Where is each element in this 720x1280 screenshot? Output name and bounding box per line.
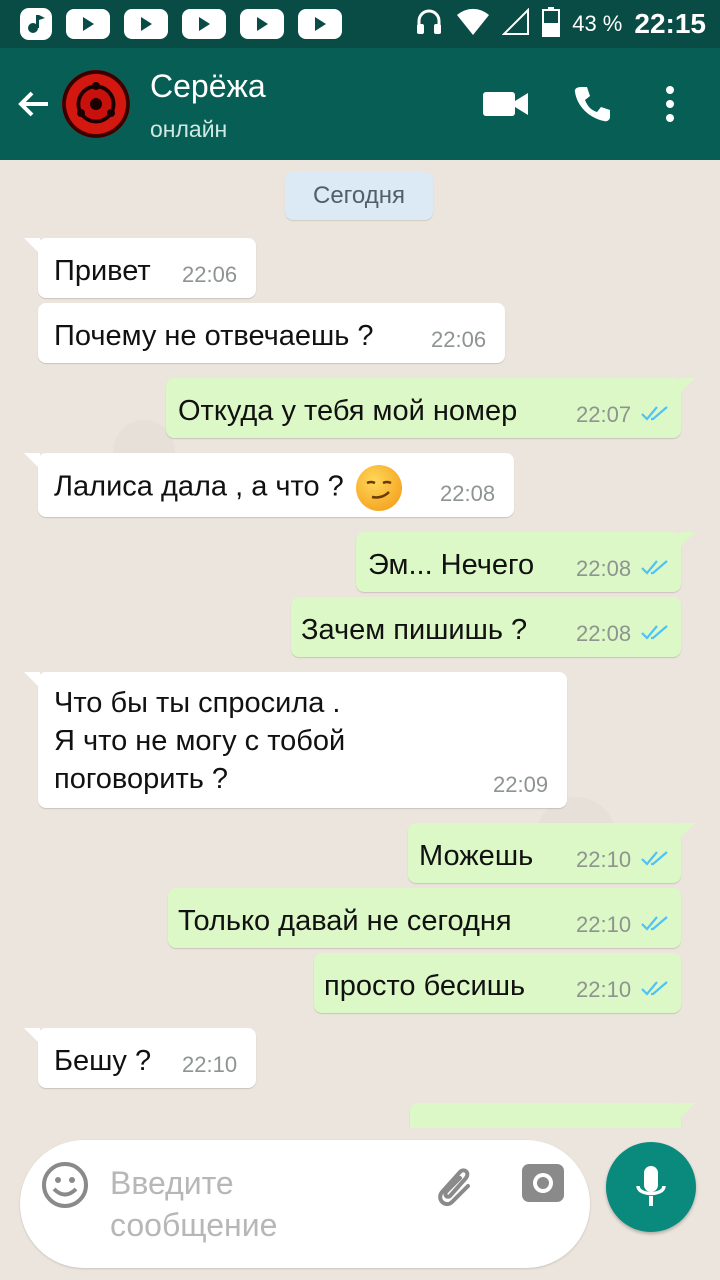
read-ticks-icon <box>641 406 668 421</box>
message-text: Лалиса дала , а что ? <box>54 465 402 511</box>
avatar[interactable] <box>62 70 130 138</box>
read-ticks-icon <box>641 560 668 575</box>
system-status: 43 % 22:15 <box>414 0 706 48</box>
read-ticks-icon <box>641 916 668 931</box>
message-placeholder: Введите сообщение <box>110 1165 278 1243</box>
message-time: 22:10 <box>576 912 632 937</box>
youtube-icon <box>240 9 284 39</box>
message-text: Бешу ? <box>54 1045 152 1077</box>
emoji-icon[interactable] <box>40 1160 90 1215</box>
message-time: 22:10 <box>576 847 632 872</box>
message-time: 22:07 <box>576 402 632 427</box>
contact-status: онлайн <box>150 116 228 142</box>
status-bar: 43 % 22:15 <box>0 0 720 48</box>
camera-icon[interactable] <box>520 1160 566 1211</box>
message-time: 22:08 <box>440 481 496 506</box>
wifi-icon <box>456 8 490 41</box>
clock: 22:15 <box>634 8 706 39</box>
video-call-icon[interactable] <box>480 78 532 130</box>
message-outgoing[interactable]: просто бесишь 22:10 <box>314 953 681 1013</box>
message-incoming[interactable]: Привет 22:06 <box>24 238 256 298</box>
attach-icon[interactable] <box>428 1160 478 1215</box>
headphones-icon <box>414 7 444 42</box>
message-input[interactable]: Введите сообщение <box>20 1140 590 1268</box>
message-text: Откуда у тебя мой номер <box>178 395 518 427</box>
message-incoming[interactable]: Лалиса дала , а что ? 22:08 <box>24 453 514 517</box>
message-text: Можешь <box>419 840 534 872</box>
message-incoming[interactable]: Почему не отвечаешь ? 22:06 <box>38 303 505 363</box>
message-outgoing[interactable]: Зачем пишишь ? 22:08 <box>291 597 681 657</box>
chat-header: Серёжа онлайн <box>0 48 720 160</box>
message-outgoing[interactable] <box>410 1103 695 1128</box>
music-app-icon <box>20 8 52 40</box>
message-time: 22:10 <box>182 1052 238 1077</box>
message-text: просто бесишь <box>324 970 526 1002</box>
microphone-icon <box>636 1166 666 1206</box>
read-ticks-icon <box>641 851 668 866</box>
battery-icon <box>542 6 561 42</box>
message-outgoing[interactable]: Эм... Нечего 22:08 <box>356 532 695 592</box>
smirking-face-emoji <box>355 465 402 511</box>
message-outgoing[interactable]: Можешь 22:10 <box>408 823 695 883</box>
message-time: 22:06 <box>182 262 238 287</box>
message-text: Почему не отвечаешь ? <box>54 320 374 352</box>
composer: Введите сообщение <box>0 1128 720 1280</box>
more-options-icon[interactable] <box>644 78 696 130</box>
battery-percent: 43 % <box>572 11 623 36</box>
message-time: 22:09 <box>493 772 549 797</box>
youtube-icon <box>66 9 110 39</box>
youtube-icon <box>182 9 226 39</box>
voice-record-button[interactable] <box>606 1142 696 1232</box>
message-text: Эм... Нечего <box>368 549 535 581</box>
back-arrow-icon[interactable] <box>14 84 54 124</box>
youtube-icon <box>298 9 342 39</box>
message-text: Только давай не сегодня <box>178 905 512 937</box>
message-time: 22:08 <box>576 556 632 581</box>
message-list[interactable]: Сегодня Привет 22:06 Почему не отвечаешь… <box>0 160 720 1128</box>
notification-icons <box>20 8 342 40</box>
message-text: Привет <box>54 255 151 287</box>
message-incoming[interactable]: Что бы ты спросила . Я что не могу с тоб… <box>24 672 567 808</box>
message-text: Зачем пишишь ? <box>301 614 528 646</box>
contact-name[interactable]: Серёжа <box>150 68 266 105</box>
message-time: 22:10 <box>576 977 632 1002</box>
date-separator: Сегодня <box>285 172 433 220</box>
message-time: 22:06 <box>431 327 487 352</box>
message-time: 22:08 <box>576 621 632 646</box>
message-incoming[interactable]: Бешу ? 22:10 <box>24 1028 256 1088</box>
read-ticks-icon <box>641 981 668 996</box>
youtube-icon <box>124 9 168 39</box>
voice-call-icon[interactable] <box>566 78 618 130</box>
read-ticks-icon <box>641 625 668 640</box>
cellular-signal-icon <box>501 7 530 41</box>
message-outgoing[interactable]: Только давай не сегодня 22:10 <box>168 888 681 948</box>
message-outgoing[interactable]: Откуда у тебя мой номер 22:07 <box>166 378 695 438</box>
message-text: Что бы ты спросила . Я что не могу с тоб… <box>54 687 346 795</box>
